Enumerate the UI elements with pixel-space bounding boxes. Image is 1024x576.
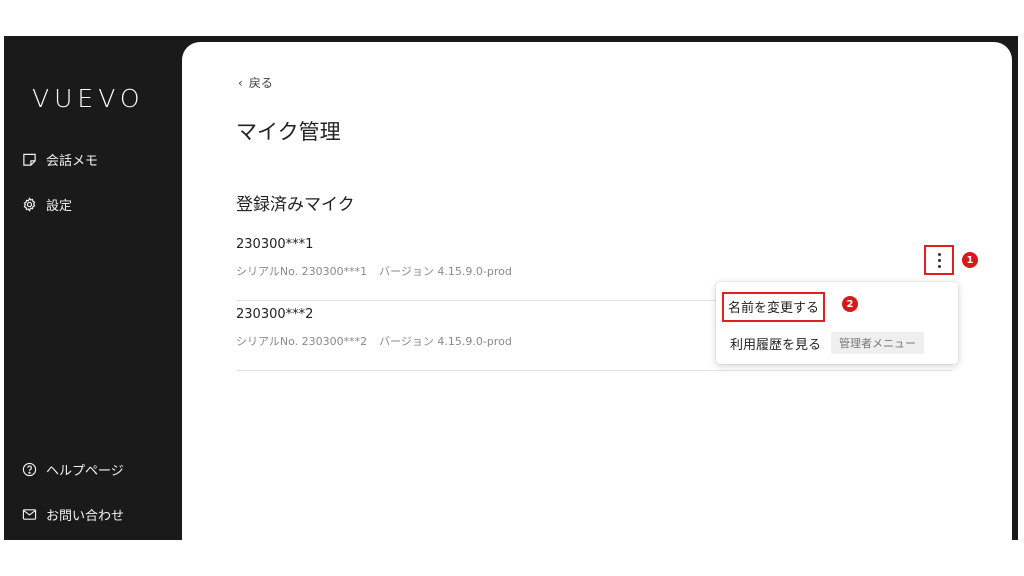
note-icon (23, 153, 36, 166)
sidebar-item-settings[interactable]: 設定 (22, 195, 72, 214)
sidebar-item-label: ヘルプページ (46, 464, 124, 479)
mic-serial: シリアルNo. 230300***2 (236, 335, 368, 348)
sidebar-item-label: 設定 (46, 199, 73, 214)
app-window: VUEVO 会話メモ 設定 ヘルプページ お問い合わせ ‹ 戻る マイク管理 登… (4, 36, 1018, 540)
chevron-left-icon: ‹ (238, 75, 243, 90)
kebab-dot (937, 264, 941, 268)
mic-meta: シリアルNo. 230300***1 バージョン 4.15.9.0-prod (236, 263, 512, 279)
vuevo-logo: VUEVO (32, 84, 145, 113)
mic-name: 230300***1 (236, 237, 314, 252)
mic-version: バージョン 4.15.9.0-prod (379, 265, 512, 278)
back-label: 戻る (248, 76, 273, 90)
mic-name: 230300***2 (236, 307, 314, 322)
mail-icon (22, 509, 37, 520)
kebab-dot (937, 258, 941, 262)
help-circle-icon (22, 462, 37, 477)
step-marker-2: 2 (842, 296, 858, 312)
step-marker-1: 1 (962, 252, 978, 268)
gear-icon (23, 197, 36, 212)
sidebar-item-label: 会話メモ (46, 154, 99, 169)
sidebar-item-help[interactable]: ヘルプページ (22, 460, 124, 479)
mic-serial: シリアルNo. 230300***1 (236, 265, 368, 278)
usage-history-menu-item[interactable]: 利用履歴を見る 管理者メニュー (730, 332, 925, 354)
sidebar-item-label: お問い合わせ (46, 509, 125, 524)
sidebar-item-conversation-memo[interactable]: 会話メモ (22, 150, 98, 169)
rename-label: 名前を変更する (728, 301, 820, 316)
kebab-dot (937, 252, 941, 256)
page-title: マイク管理 (236, 120, 341, 144)
mic-version: バージョン 4.15.9.0-prod (379, 335, 512, 348)
history-label: 利用履歴を見る (730, 337, 822, 353)
main-panel: ‹ 戻る マイク管理 登録済みマイク 230300***1 シリアルNo. 23… (182, 42, 1012, 540)
admin-menu-badge: 管理者メニュー (831, 332, 925, 354)
section-title: 登録済みマイク (236, 195, 355, 215)
sidebar-item-contact[interactable]: お問い合わせ (22, 505, 124, 524)
context-menu: 名前を変更する 利用履歴を見る 管理者メニュー (716, 282, 958, 364)
back-link[interactable]: ‹ 戻る (238, 74, 273, 91)
rename-menu-item[interactable]: 名前を変更する (722, 292, 826, 322)
mic-meta: シリアルNo. 230300***2 バージョン 4.15.9.0-prod (236, 333, 512, 349)
more-options-button[interactable] (924, 245, 954, 275)
